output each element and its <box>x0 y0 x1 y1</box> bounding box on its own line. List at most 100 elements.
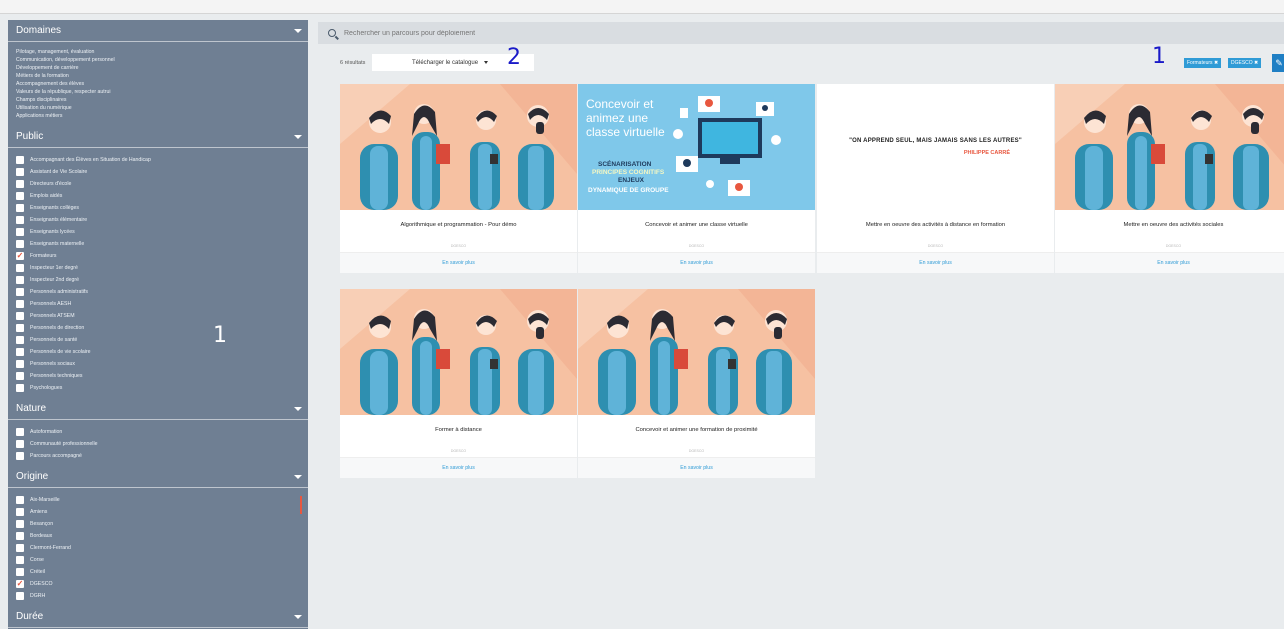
filter-checkbox-item[interactable]: Directeurs d'école <box>16 178 300 190</box>
domaine-item[interactable]: Utilisation du numérique <box>16 104 300 112</box>
section-header-duree[interactable]: Durée <box>8 606 308 628</box>
filter-checkbox-item[interactable]: Personnels AESH <box>16 298 300 310</box>
learn-more-link[interactable]: En savoir plus <box>340 252 577 273</box>
filter-checkbox-item[interactable]: Personnels techniques <box>16 370 300 382</box>
filter-checkbox-item[interactable]: Inspecteur 2nd degré <box>16 274 300 286</box>
chevron-down-icon[interactable] <box>294 614 302 619</box>
checkbox[interactable] <box>16 384 24 392</box>
course-card[interactable]: Former à distance DGESCO En savoir plus <box>340 289 577 478</box>
domaine-item[interactable]: Pilotage, management, évaluation <box>16 48 300 56</box>
checkbox[interactable] <box>16 300 24 308</box>
checkbox[interactable] <box>16 556 24 564</box>
checkbox[interactable] <box>16 276 24 284</box>
card-thumbnail[interactable] <box>578 289 815 415</box>
search-input[interactable] <box>344 29 844 37</box>
filter-checkbox-item[interactable]: Autoformation <box>16 426 300 438</box>
learn-more-link[interactable]: En savoir plus <box>578 457 815 478</box>
filter-checkbox-item[interactable]: Personnels administratifs <box>16 286 300 298</box>
checkbox[interactable] <box>16 204 24 212</box>
checkbox[interactable] <box>16 192 24 200</box>
section-header-public[interactable]: Public <box>8 126 308 148</box>
checkbox[interactable] <box>16 428 24 436</box>
learn-more-link[interactable]: En savoir plus <box>578 252 815 273</box>
checkbox[interactable] <box>16 544 24 552</box>
checkbox[interactable] <box>16 372 24 380</box>
checkbox[interactable] <box>16 264 24 272</box>
domaine-item[interactable]: Applications métiers <box>16 112 300 120</box>
chevron-down-icon[interactable] <box>294 406 302 411</box>
checkbox[interactable] <box>16 312 24 320</box>
filter-checkbox-item[interactable]: Besançon <box>16 518 300 530</box>
checkbox[interactable] <box>16 452 24 460</box>
filter-tag-dgesco[interactable]: DGESCO ✖ <box>1228 58 1262 68</box>
checkbox[interactable] <box>16 216 24 224</box>
domaine-item[interactable]: Développement de carrière <box>16 64 300 72</box>
filter-checkbox-item[interactable]: Personnels ATSEM <box>16 310 300 322</box>
scrollbar-thumb[interactable] <box>300 496 302 514</box>
edit-button[interactable]: ✎ <box>1272 54 1284 72</box>
card-title[interactable]: Concevoir et animer une classe virtuelle <box>578 210 815 240</box>
filter-checkbox-item[interactable]: Bordeaux <box>16 530 300 542</box>
filter-checkbox-item[interactable]: Psychologues <box>16 382 300 394</box>
card-title[interactable]: Former à distance <box>340 415 577 445</box>
filter-checkbox-item[interactable]: Personnels de santé <box>16 334 300 346</box>
card-title[interactable]: Algorithmique et programmation - Pour dé… <box>340 210 577 240</box>
filter-checkbox-item[interactable]: Accompagnant des Élèves en Situation de … <box>16 154 300 166</box>
course-card[interactable]: "ON APPREND SEUL, MAIS JAMAIS SANS LES A… <box>817 84 1054 273</box>
domaine-item[interactable]: Métiers de la formation <box>16 72 300 80</box>
checkbox[interactable] <box>16 336 24 344</box>
filter-checkbox-item[interactable]: ✓ Formateurs <box>16 250 300 262</box>
learn-more-link[interactable]: En savoir plus <box>1055 252 1284 273</box>
checkbox[interactable] <box>16 156 24 164</box>
filter-checkbox-item[interactable]: Enseignants élémentaire <box>16 214 300 226</box>
filter-tag-formateurs[interactable]: Formateurs ✖ <box>1184 58 1222 68</box>
learn-more-link[interactable]: En savoir plus <box>340 457 577 478</box>
checkbox[interactable] <box>16 168 24 176</box>
card-title[interactable]: Mettre en oeuvre des activités sociales <box>1055 210 1284 240</box>
filter-checkbox-item[interactable]: Personnels sociaux <box>16 358 300 370</box>
course-card[interactable]: Concevoir et animez une classe virtuelle… <box>578 84 815 273</box>
filter-checkbox-item[interactable]: Enseignants maternelle <box>16 238 300 250</box>
filter-checkbox-item[interactable]: Enseignants collèges <box>16 202 300 214</box>
card-thumbnail[interactable] <box>340 289 577 415</box>
checkbox-checked[interactable]: ✓ <box>16 580 24 588</box>
section-header-domaines[interactable]: Domaines <box>8 20 308 42</box>
learn-more-link[interactable]: En savoir plus <box>817 252 1054 273</box>
card-thumbnail[interactable]: Concevoir et animez une classe virtuelle… <box>578 84 815 210</box>
card-thumbnail[interactable]: "ON APPREND SEUL, MAIS JAMAIS SANS LES A… <box>817 84 1054 210</box>
card-title[interactable]: Concevoir et animer une formation de pro… <box>578 415 815 445</box>
checkbox[interactable] <box>16 520 24 528</box>
checkbox[interactable] <box>16 568 24 576</box>
card-title[interactable]: Mettre en oeuvre des activités à distanc… <box>817 210 1054 240</box>
checkbox[interactable] <box>16 440 24 448</box>
checkbox[interactable] <box>16 348 24 356</box>
filter-checkbox-item[interactable]: Corse <box>16 554 300 566</box>
checkbox[interactable] <box>16 228 24 236</box>
filter-checkbox-item[interactable]: Clermont-Ferrand <box>16 542 300 554</box>
filter-checkbox-item[interactable]: DGRH <box>16 590 300 602</box>
checkbox[interactable] <box>16 360 24 368</box>
card-thumbnail[interactable] <box>340 84 577 210</box>
checkbox[interactable] <box>16 180 24 188</box>
filter-checkbox-item[interactable]: Parcours accompagné <box>16 450 300 462</box>
domaine-item[interactable]: Champs disciplinaires <box>16 96 300 104</box>
filter-checkbox-item[interactable]: Inspecteur 1er degré <box>16 262 300 274</box>
chevron-down-icon[interactable] <box>294 28 302 33</box>
checkbox[interactable] <box>16 240 24 248</box>
chevron-down-icon[interactable] <box>294 474 302 479</box>
checkbox[interactable] <box>16 532 24 540</box>
filter-checkbox-item[interactable]: Créteil <box>16 566 300 578</box>
course-card[interactable]: Mettre en oeuvre des activités sociales … <box>1055 84 1284 273</box>
filter-checkbox-item[interactable]: Communauté professionnelle <box>16 438 300 450</box>
domaine-item[interactable]: Valeurs de la république, respecter autr… <box>16 88 300 96</box>
filter-checkbox-item[interactable]: Personnels de vie scolaire <box>16 346 300 358</box>
filter-checkbox-item[interactable]: Enseignants lycées <box>16 226 300 238</box>
section-header-nature[interactable]: Nature <box>8 398 308 420</box>
checkbox[interactable] <box>16 288 24 296</box>
filter-checkbox-item[interactable]: Personnels de direction <box>16 322 300 334</box>
chevron-down-icon[interactable] <box>294 134 302 139</box>
section-header-origine[interactable]: Origine <box>8 466 308 488</box>
card-thumbnail[interactable] <box>1055 84 1284 210</box>
checkbox[interactable] <box>16 508 24 516</box>
filter-checkbox-item[interactable]: Assistant de Vie Scolaire <box>16 166 300 178</box>
